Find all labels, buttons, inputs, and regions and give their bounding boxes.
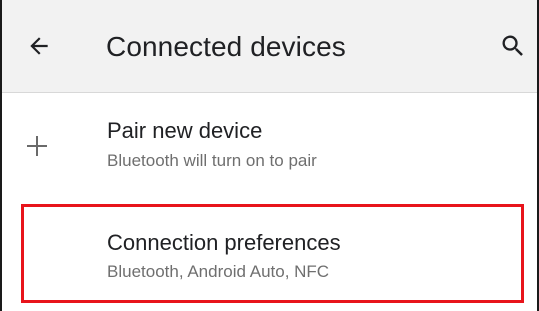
arrow-back-icon xyxy=(30,37,48,55)
app-bar: Connected devices xyxy=(2,0,537,93)
page-title: Connected devices xyxy=(106,31,346,62)
pair-new-device-item[interactable]: Pair new device Bluetooth will turn on t… xyxy=(2,93,537,199)
plus-icon xyxy=(27,136,47,156)
pair-new-device-subtitle: Bluetooth will turn on to pair xyxy=(107,151,317,170)
settings-screen: Connected devices Pair new device Blueto… xyxy=(0,0,539,311)
frame-border-left xyxy=(0,0,2,311)
pair-new-device-title: Pair new device xyxy=(107,118,263,143)
connection-preferences-subtitle: Bluetooth, Android Auto, NFC xyxy=(107,262,330,281)
connection-preferences-item[interactable]: Connection preferences Bluetooth, Androi… xyxy=(2,199,537,305)
back-button[interactable] xyxy=(21,28,57,64)
search-icon xyxy=(502,35,523,56)
search-button[interactable] xyxy=(495,28,531,64)
connection-preferences-title: Connection preferences xyxy=(107,230,341,255)
